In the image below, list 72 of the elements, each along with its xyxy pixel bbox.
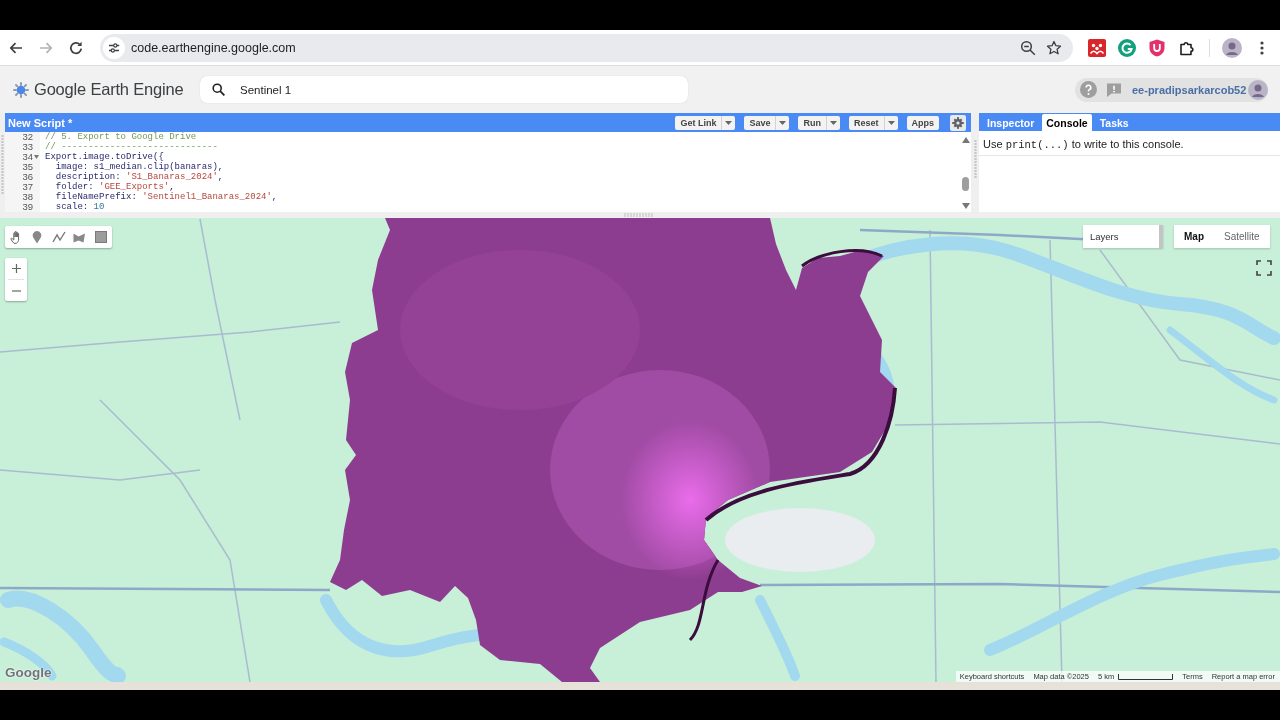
script-title: New Script * [8, 116, 73, 129]
more-menu-icon[interactable] [1260, 40, 1264, 55]
console-hint: Use print(...) to write to this console. [983, 138, 1184, 150]
map-type-tab[interactable]: Map [1174, 225, 1214, 248]
project-selector[interactable]: ee-pradipsarkarcob52 [1132, 83, 1247, 96]
caret-icon [830, 120, 837, 125]
code-line: // 5. Export to Google Drive [44, 132, 197, 142]
toolbar-button[interactable]: Reset [849, 115, 884, 130]
caret-icon [725, 120, 733, 125]
map-type-tab[interactable]: Satellite [1214, 225, 1270, 248]
polygon-icon[interactable] [73, 231, 87, 243]
line-number: 35 [22, 162, 33, 172]
ring-logo-icon[interactable] [1118, 38, 1136, 57]
pin-icon[interactable] [32, 230, 43, 244]
line-number: 33 [22, 142, 33, 152]
splitter-handle[interactable] [1, 135, 4, 195]
avatar-icon[interactable] [1248, 79, 1268, 100]
toolbar-button[interactable]: Get Link [675, 115, 722, 130]
code-editor[interactable] [5, 132, 971, 212]
people-tile-icon[interactable] [1088, 38, 1106, 57]
zoom-in-icon[interactable] [11, 264, 21, 273]
reload-icon[interactable] [68, 39, 84, 56]
search-field[interactable]: Sentinel 1 [200, 76, 688, 103]
code-line: Export.image.toDrive({ [44, 152, 164, 162]
code-line: image: s1_median.clip(banaras), [54, 162, 224, 172]
toolbar-button[interactable]: Apps [906, 115, 939, 130]
fold-caret-icon[interactable] [34, 155, 39, 159]
caret-icon [779, 120, 787, 125]
puzzle-icon[interactable] [1179, 39, 1195, 56]
line-number: 39 [22, 202, 33, 212]
line-number: 34 [22, 152, 33, 162]
map-logo: Google [5, 665, 52, 680]
fullscreen-icon[interactable] [1256, 260, 1272, 276]
avatar-icon[interactable] [1222, 37, 1242, 58]
logo-icon [13, 81, 29, 98]
settings-button[interactable] [950, 114, 966, 131]
gear-icon [952, 116, 964, 129]
toolbar-button[interactable]: Run [798, 115, 826, 130]
square-icon[interactable] [95, 231, 108, 243]
app-title: Google Earth Engine [34, 80, 184, 99]
help-icon[interactable] [1080, 81, 1097, 98]
dropdown-button[interactable] [721, 115, 736, 130]
splitter-handle[interactable] [623, 213, 655, 217]
zoom-out-icon[interactable] [1020, 39, 1036, 56]
layers-button[interactable]: Layers [1083, 225, 1163, 248]
search-query: Sentinel 1 [240, 83, 292, 96]
scale-bar-icon [1118, 673, 1174, 680]
url-text: code.earthengine.google.com [131, 40, 296, 55]
search-icon [212, 83, 225, 96]
code-line: fileNamePrefix: 'Sentinel1_Banaras_2024', [54, 192, 278, 202]
scroll-up-icon[interactable] [961, 137, 970, 143]
line-number: 37 [22, 182, 33, 192]
code-line: description: 'S1_Banaras_2024', [54, 172, 224, 182]
scroll-down-icon[interactable] [961, 203, 970, 209]
splitter-handle[interactable] [973, 140, 977, 180]
scrollbar-thumb[interactable] [962, 177, 969, 191]
hand-icon[interactable] [9, 230, 22, 244]
star-icon[interactable] [1046, 39, 1062, 56]
dropdown-button[interactable] [775, 115, 790, 130]
polyline-icon[interactable] [51, 231, 66, 243]
code-line: scale: 10 [54, 202, 105, 212]
line-number: 38 [22, 192, 33, 202]
address-bar[interactable]: code.earthengine.google.com [100, 33, 1073, 62]
line-number: 36 [22, 172, 33, 182]
caret-icon [887, 120, 895, 125]
site-settings-icon[interactable] [103, 36, 125, 59]
shield-icon[interactable] [1149, 38, 1165, 57]
code-line: // ----------------------------- [44, 142, 218, 152]
code-line: folder: 'GEE_Exports', [54, 182, 175, 192]
panel-tab[interactable]: Console [1042, 114, 1092, 131]
line-number: 32 [22, 132, 33, 142]
toolbar-button[interactable]: Save [744, 115, 776, 130]
